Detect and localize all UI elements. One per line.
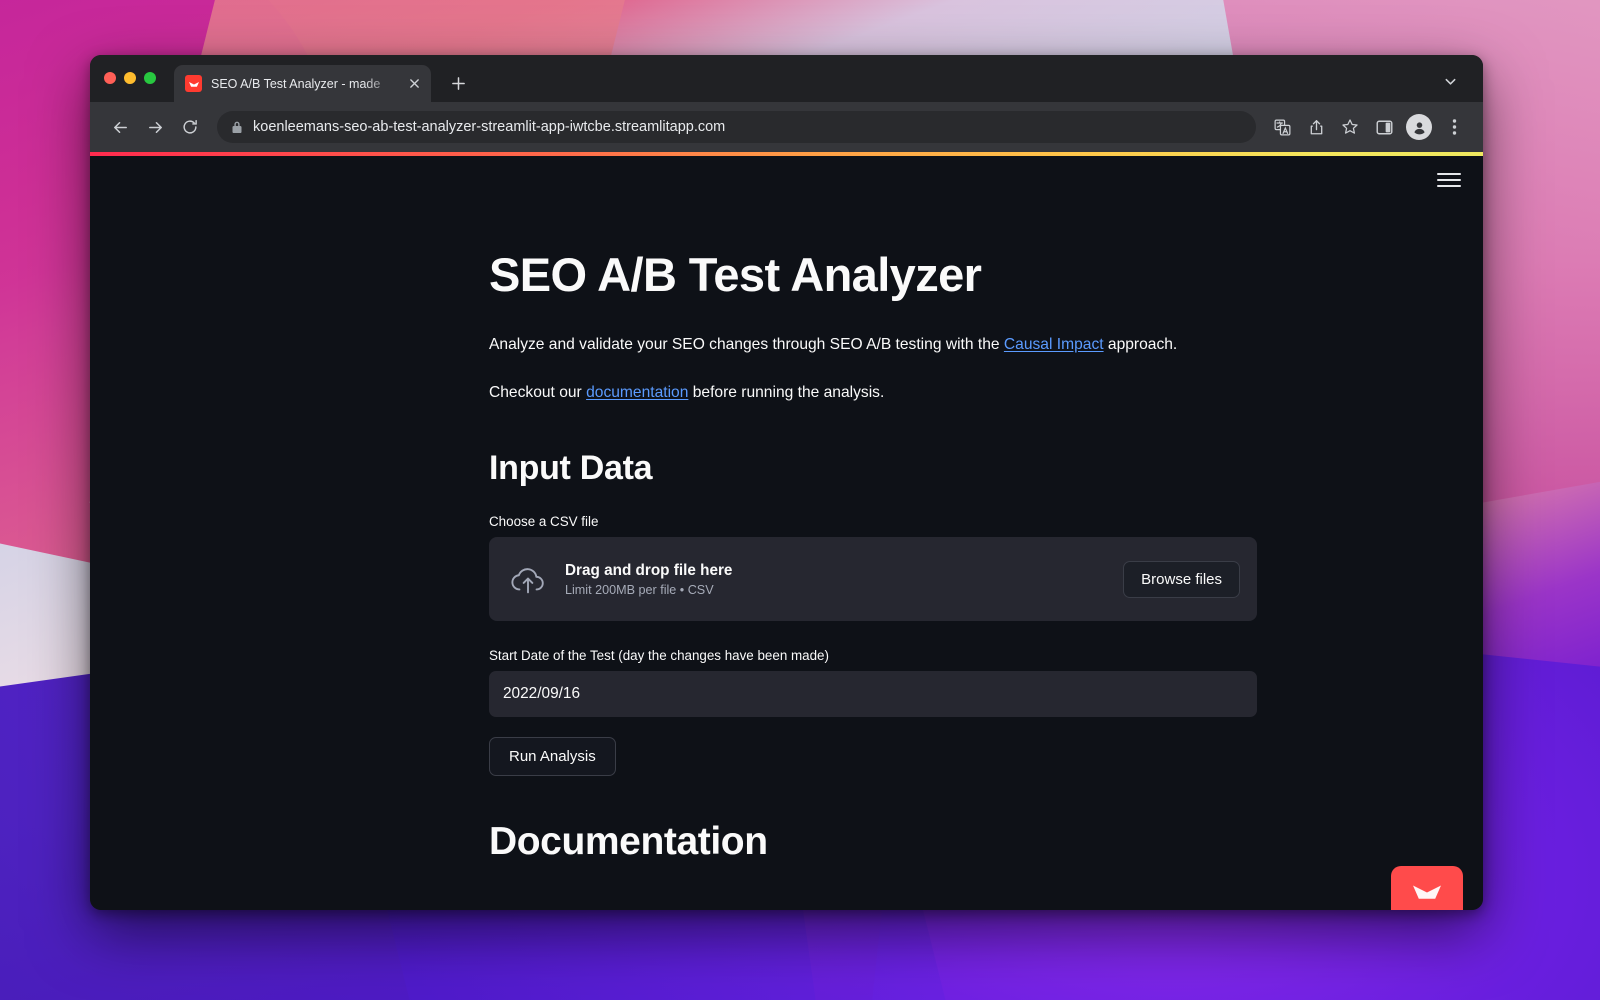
checkout-paragraph: Checkout our documentation before runnin… <box>489 380 1257 406</box>
csv-file-label: Choose a CSV file <box>489 514 1257 529</box>
minimize-window-button[interactable] <box>124 72 136 84</box>
back-arrow-icon[interactable] <box>104 111 136 143</box>
page-content: SEO A/B Test Analyzer Analyze and valida… <box>90 156 1483 864</box>
three-dot-menu-icon[interactable] <box>1439 112 1469 142</box>
start-date-label: Start Date of the Test (day the changes … <box>489 648 1257 663</box>
close-window-button[interactable] <box>104 72 116 84</box>
toolbar-icon-group <box>1267 112 1469 142</box>
translate-icon[interactable] <box>1267 112 1297 142</box>
desktop-wallpaper: SEO A/B Test Analyzer - made <box>0 0 1600 1000</box>
forward-arrow-icon[interactable] <box>139 111 171 143</box>
start-date-group: Start Date of the Test (day the changes … <box>489 648 1257 717</box>
streamlit-app-page: SEO A/B Test Analyzer Analyze and valida… <box>90 152 1483 910</box>
tab-strip: SEO A/B Test Analyzer - made <box>90 55 1483 102</box>
made-with-streamlit-badge[interactable] <box>1391 866 1463 910</box>
profile-avatar-icon[interactable] <box>1406 114 1432 140</box>
address-bar[interactable]: koenleemans-seo-ab-test-analyzer-streaml… <box>217 111 1256 143</box>
documentation-link[interactable]: documentation <box>586 384 688 401</box>
address-bar-url: koenleemans-seo-ab-test-analyzer-streaml… <box>253 119 725 135</box>
run-analysis-button[interactable]: Run Analysis <box>489 737 616 776</box>
intro-paragraph: Analyze and validate your SEO changes th… <box>489 332 1257 358</box>
window-traffic-lights <box>104 55 156 102</box>
uploader-title: Drag and drop file here <box>565 562 1105 580</box>
intro-text-after: approach. <box>1104 336 1178 353</box>
uploader-subtitle: Limit 200MB per file • CSV <box>565 583 1105 597</box>
checkout-text-after: before running the analysis. <box>688 384 884 401</box>
streamlit-crown-icon <box>1412 881 1442 908</box>
start-date-input[interactable] <box>489 671 1257 717</box>
intro-text-before: Analyze and validate your SEO changes th… <box>489 336 1004 353</box>
chevron-down-icon[interactable] <box>1439 70 1461 92</box>
share-icon[interactable] <box>1301 112 1331 142</box>
browser-tab[interactable]: SEO A/B Test Analyzer - made <box>174 65 431 102</box>
new-tab-button[interactable] <box>443 68 473 98</box>
streamlit-crown-icon <box>185 75 202 92</box>
browser-toolbar: koenleemans-seo-ab-test-analyzer-streaml… <box>90 102 1483 152</box>
page-title: SEO A/B Test Analyzer <box>489 248 1257 302</box>
reload-icon[interactable] <box>174 111 206 143</box>
cloud-upload-icon <box>509 564 547 595</box>
side-panel-icon[interactable] <box>1369 112 1399 142</box>
uploader-text: Drag and drop file here Limit 200MB per … <box>565 562 1105 597</box>
file-uploader-dropzone[interactable]: Drag and drop file here Limit 200MB per … <box>489 537 1257 621</box>
main-block: SEO A/B Test Analyzer Analyze and valida… <box>489 248 1257 864</box>
input-data-heading: Input Data <box>489 449 1257 488</box>
close-icon[interactable] <box>406 75 423 92</box>
checkout-text-before: Checkout our <box>489 384 586 401</box>
lock-icon <box>231 120 243 134</box>
bookmark-star-icon[interactable] <box>1335 112 1365 142</box>
maximize-window-button[interactable] <box>144 72 156 84</box>
hamburger-menu-icon[interactable] <box>1437 170 1461 190</box>
causal-impact-link[interactable]: Causal Impact <box>1004 336 1104 353</box>
tab-title: SEO A/B Test Analyzer - made <box>211 77 397 91</box>
browse-files-button[interactable]: Browse files <box>1123 561 1240 598</box>
browser-window: SEO A/B Test Analyzer - made <box>90 55 1483 910</box>
documentation-heading: Documentation <box>489 820 1257 864</box>
